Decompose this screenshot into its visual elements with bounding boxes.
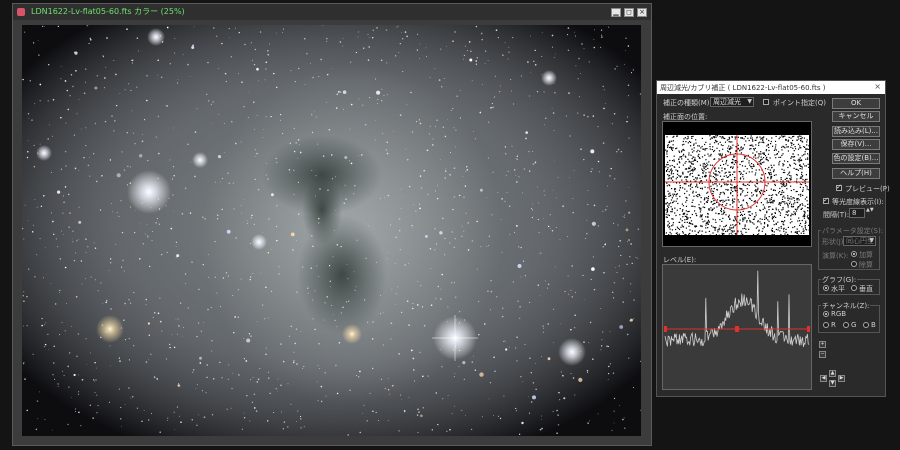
point-checkbox[interactable] <box>763 99 769 105</box>
correction-preview-panel[interactable] <box>662 121 812 247</box>
isoline-checkbox-label: 等光度線表示(I): <box>832 198 884 206</box>
interval-value: 8 <box>852 209 857 217</box>
zoom-in-button[interactable]: + <box>819 341 826 348</box>
method-divide-label: 除算 <box>859 261 873 269</box>
method-add-label: 加算 <box>859 251 873 259</box>
channel-rgb-label: RGB <box>831 310 847 318</box>
dialog-title: 周辺減光/カブリ補正 ( LDN1622-Lv-flat05-60.fts ) <box>660 84 826 92</box>
chevron-down-icon: ▼ <box>747 98 752 105</box>
channel-b-label: B <box>871 321 876 329</box>
graph-vertical-radio[interactable] <box>851 285 857 291</box>
channel-rgb-radio[interactable] <box>823 311 829 317</box>
interval-label: 間隔(T): <box>823 211 850 219</box>
level-graph <box>664 270 810 347</box>
dialog-titlebar[interactable]: 周辺減光/カブリ補正 ( LDN1622-Lv-flat05-60.fts ) … <box>657 81 885 94</box>
method-add-radio[interactable] <box>851 251 857 257</box>
cancel-button[interactable]: キャンセル <box>832 111 880 122</box>
channel-b-radio[interactable] <box>863 322 869 328</box>
preview-checkbox-label: プレビュー(P) <box>845 185 890 193</box>
channel-g-radio[interactable] <box>843 322 849 328</box>
ok-button[interactable]: OK <box>832 98 880 109</box>
zoom-out-button[interactable]: − <box>819 351 826 358</box>
chevron-down-icon: ▼ <box>869 237 874 244</box>
correction-type-value: 周辺減光 <box>713 98 741 106</box>
graph-horizontal-label: 水平 <box>831 285 845 293</box>
interval-spin-icon[interactable]: ▲▼ <box>866 208 874 213</box>
color-settings-button[interactable]: 色の設定(B)... <box>832 153 880 164</box>
level-graph-panel[interactable] <box>662 264 812 390</box>
close-button[interactable]: × <box>637 8 647 17</box>
correction-preview-image <box>663 122 811 246</box>
image-window-title: LDN1622-Lv-flat05-60.fts カラー (25%) <box>31 7 185 16</box>
maximize-button[interactable]: ◻ <box>624 8 634 17</box>
nav-right-icon[interactable]: ▶ <box>838 375 845 382</box>
channel-r-label: R <box>831 321 836 329</box>
method-divide-radio[interactable] <box>851 261 857 267</box>
correction-type-label: 補正の種類(M): <box>663 99 712 107</box>
interval-input[interactable]: 8 <box>849 208 865 218</box>
astro-image-canvas[interactable] <box>22 25 641 436</box>
point-label: ポイント指定(Q) <box>773 99 826 107</box>
channel-r-radio[interactable] <box>823 322 829 328</box>
dialog-close-icon[interactable]: × <box>874 82 881 91</box>
preview-checkbox[interactable] <box>836 183 842 191</box>
nebula-image <box>22 25 641 436</box>
parameter-group-label: パラメータ設定(S): <box>821 226 885 236</box>
help-button[interactable]: ヘルプ(H) <box>832 168 880 179</box>
nav-down-icon[interactable]: ▼ <box>829 380 836 387</box>
channel-g-label: G <box>851 321 857 329</box>
image-window-titlebar[interactable]: LDN1622-Lv-flat05-60.fts カラー (25%) ▁ ◻ × <box>13 4 651 20</box>
save-button[interactable]: 保存(V)... <box>832 139 880 150</box>
shape-select[interactable]: 同心円型 ▼ <box>843 236 876 246</box>
vignetting-correction-dialog[interactable]: 周辺減光/カブリ補正 ( LDN1622-Lv-flat05-60.fts ) … <box>656 80 890 397</box>
load-button[interactable]: 読み込み(L)... <box>832 126 880 137</box>
method-label: 演算(K): <box>822 252 849 260</box>
nav-left-icon[interactable]: ◀ <box>820 375 827 382</box>
graph-horizontal-radio[interactable] <box>823 285 829 291</box>
correction-type-select[interactable]: 周辺減光 ▼ <box>710 97 754 107</box>
app-icon <box>17 8 25 16</box>
image-window[interactable]: LDN1622-Lv-flat05-60.fts カラー (25%) ▁ ◻ × <box>12 3 652 446</box>
nav-up-icon[interactable]: ▲ <box>829 370 836 377</box>
minimize-button[interactable]: ▁ <box>611 8 621 17</box>
isoline-checkbox[interactable] <box>823 196 829 204</box>
graph-vertical-label: 垂直 <box>859 285 873 293</box>
